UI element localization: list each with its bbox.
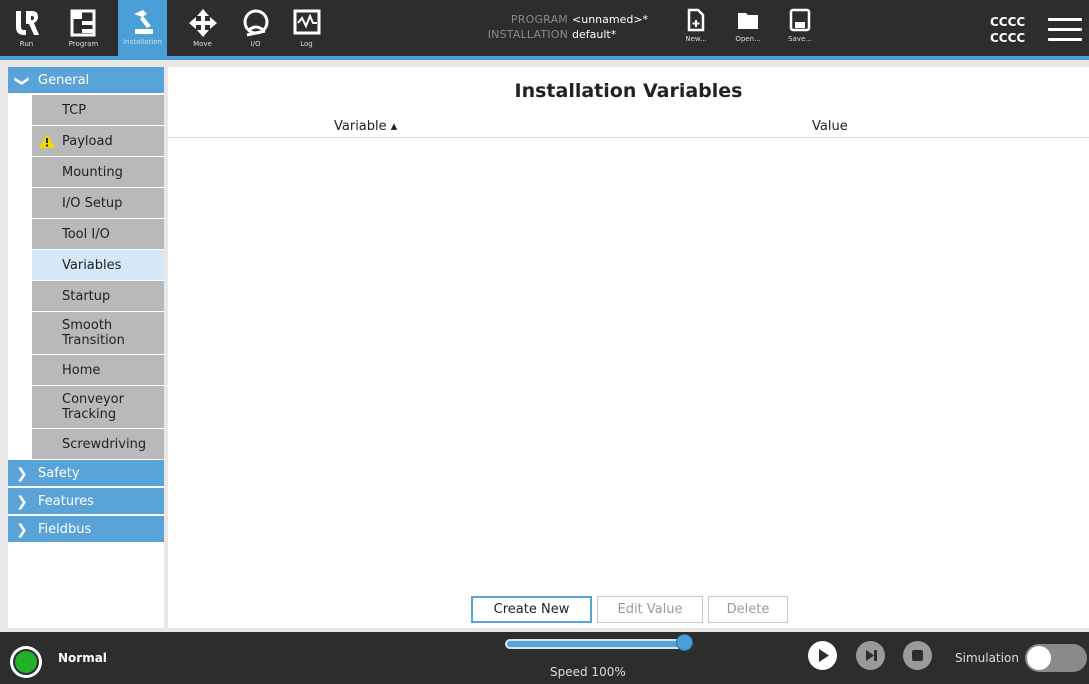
sidebar-item-screwdriving[interactable]: Screwdriving bbox=[32, 429, 164, 460]
sidebar-group-label: Fieldbus bbox=[38, 522, 92, 537]
chevron-down-icon: ❯ bbox=[13, 75, 30, 87]
simulation-toggle[interactable] bbox=[1025, 644, 1087, 672]
nav-installation-button[interactable]: Installation bbox=[118, 0, 167, 60]
speed-label: Speed 100% bbox=[550, 665, 626, 679]
installation-value: default* bbox=[572, 28, 617, 41]
program-key: PROGRAM bbox=[510, 13, 568, 26]
installation-sidebar: ❯ General TCP Payload Mounting I/O Setup Too… bbox=[8, 67, 164, 628]
sidebar-item-startup[interactable]: Startup bbox=[32, 281, 164, 312]
toggle-knob bbox=[1027, 646, 1051, 670]
sidebar-item-label: TCP bbox=[62, 102, 87, 118]
sidebar-group-fieldbus[interactable]: ❯ Fieldbus bbox=[8, 516, 164, 544]
nav-move-button[interactable]: Move bbox=[178, 2, 227, 58]
hamburger-menu-icon[interactable] bbox=[1048, 18, 1082, 42]
sidebar-item-label: Variables bbox=[62, 257, 122, 273]
new-file-button[interactable]: New... bbox=[678, 8, 714, 56]
top-toolbar: Run Program Installation Move I/O Log PR… bbox=[0, 0, 1089, 60]
sidebar-group-label: General bbox=[38, 73, 90, 88]
nav-run-button[interactable]: Run bbox=[2, 2, 51, 58]
chevron-right-icon: ❯ bbox=[16, 494, 28, 510]
sidebar-item-label: Startup bbox=[62, 288, 111, 304]
step-button[interactable] bbox=[856, 641, 885, 670]
io-gauge-icon bbox=[243, 9, 268, 37]
nav-program-button[interactable]: Program bbox=[59, 2, 108, 58]
sidebar-item-label: Mounting bbox=[62, 164, 123, 180]
speed-slider-handle[interactable] bbox=[676, 634, 693, 651]
sidebar-group-safety[interactable]: ❯ Safety bbox=[8, 460, 164, 488]
nav-program-label: Program bbox=[68, 40, 99, 48]
robot-name-line-2: CCCC bbox=[990, 31, 1026, 45]
new-file-label: New... bbox=[685, 35, 707, 43]
play-button[interactable] bbox=[808, 641, 837, 670]
stop-icon bbox=[912, 650, 923, 661]
sidebar-item-label: Screwdriving bbox=[62, 436, 147, 452]
sidebar-item-label: Tool I/O bbox=[62, 226, 110, 242]
new-file-icon bbox=[687, 8, 705, 32]
chevron-right-icon: ❯ bbox=[16, 466, 28, 482]
program-info: PROGRAM <unnamed>* INSTALLATION default* bbox=[478, 12, 648, 42]
nav-move-label: Move bbox=[193, 40, 212, 48]
sidebar-item-payload[interactable]: Payload bbox=[32, 126, 164, 157]
status-bar: Normal Speed 100% Simulation bbox=[0, 632, 1089, 684]
installation-key: INSTALLATION bbox=[487, 28, 568, 41]
nav-installation-label: Installation bbox=[123, 38, 162, 46]
log-graph-icon bbox=[293, 9, 320, 35]
nav-log-label: Log bbox=[300, 40, 313, 48]
sidebar-item-label: Smooth Transition bbox=[62, 318, 125, 348]
move-arrows-icon bbox=[188, 9, 217, 37]
nav-run-label: Run bbox=[19, 40, 34, 48]
nav-log-button[interactable]: Log bbox=[282, 2, 331, 58]
ur-logo-icon bbox=[15, 11, 39, 35]
column-header-value[interactable]: Value bbox=[812, 119, 848, 134]
simulation-label: Simulation bbox=[955, 651, 1019, 665]
play-icon bbox=[819, 649, 829, 662]
save-file-label: Save... bbox=[788, 35, 812, 43]
open-file-button[interactable]: Open... bbox=[730, 8, 766, 56]
sidebar-item-label: Home bbox=[62, 362, 101, 378]
nav-io-button[interactable]: I/O bbox=[231, 2, 280, 58]
sidebar-group-label: Safety bbox=[38, 466, 80, 481]
sidebar-group-features[interactable]: ❯ Features bbox=[8, 488, 164, 516]
sidebar-group-label: Features bbox=[38, 494, 94, 509]
sidebar-item-tcp[interactable]: TCP bbox=[32, 95, 164, 126]
robot-name: CCCC CCCC bbox=[990, 14, 1025, 46]
accent-strip bbox=[0, 56, 1089, 60]
robot-name-line-1: CCCC bbox=[990, 15, 1026, 29]
sidebar-item-i-o-setup[interactable]: I/O Setup bbox=[32, 188, 164, 219]
save-disk-icon bbox=[789, 8, 811, 32]
sidebar-item-variables[interactable]: Variables bbox=[32, 250, 164, 281]
status-indicator-icon bbox=[13, 649, 39, 675]
header-divider bbox=[168, 137, 1089, 138]
delete-button[interactable]: Delete bbox=[708, 596, 788, 623]
chevron-right-icon: ❯ bbox=[16, 522, 28, 538]
sidebar-group-general[interactable]: ❯ General bbox=[8, 67, 164, 95]
save-file-button[interactable]: Save... bbox=[782, 8, 818, 56]
variables-panel: Installation Variables Variable ▴ Value … bbox=[168, 67, 1089, 628]
robot-arm-icon bbox=[133, 10, 153, 34]
sidebar-item-conveyor-tracking[interactable]: Conveyor Tracking bbox=[32, 386, 164, 429]
folder-icon bbox=[738, 13, 758, 29]
program-tree-icon bbox=[70, 9, 95, 37]
stop-button[interactable] bbox=[903, 641, 932, 670]
warning-icon bbox=[39, 134, 55, 148]
step-icon bbox=[866, 650, 877, 661]
sidebar-item-label: Conveyor Tracking bbox=[62, 392, 124, 422]
sidebar-item-smooth-transition[interactable]: Smooth Transition bbox=[32, 312, 164, 355]
sidebar-item-home[interactable]: Home bbox=[32, 355, 164, 386]
robot-status-text: Normal bbox=[58, 651, 107, 665]
sidebar-item-mounting[interactable]: Mounting bbox=[32, 157, 164, 188]
sidebar-item-tool-i-o[interactable]: Tool I/O bbox=[32, 219, 164, 250]
create-new-button[interactable]: Create New bbox=[471, 596, 592, 623]
page-title: Installation Variables bbox=[514, 80, 743, 102]
speed-slider[interactable] bbox=[505, 639, 685, 649]
sidebar-item-label: Payload bbox=[62, 133, 113, 149]
nav-io-label: I/O bbox=[250, 40, 261, 48]
robot-status-button[interactable] bbox=[10, 646, 42, 678]
column-header-variable[interactable]: Variable ▴ bbox=[334, 119, 397, 134]
open-file-label: Open... bbox=[735, 35, 761, 43]
sidebar-item-label: I/O Setup bbox=[62, 195, 123, 211]
program-value: <unnamed>* bbox=[572, 13, 649, 26]
edit-value-button[interactable]: Edit Value bbox=[597, 596, 703, 623]
